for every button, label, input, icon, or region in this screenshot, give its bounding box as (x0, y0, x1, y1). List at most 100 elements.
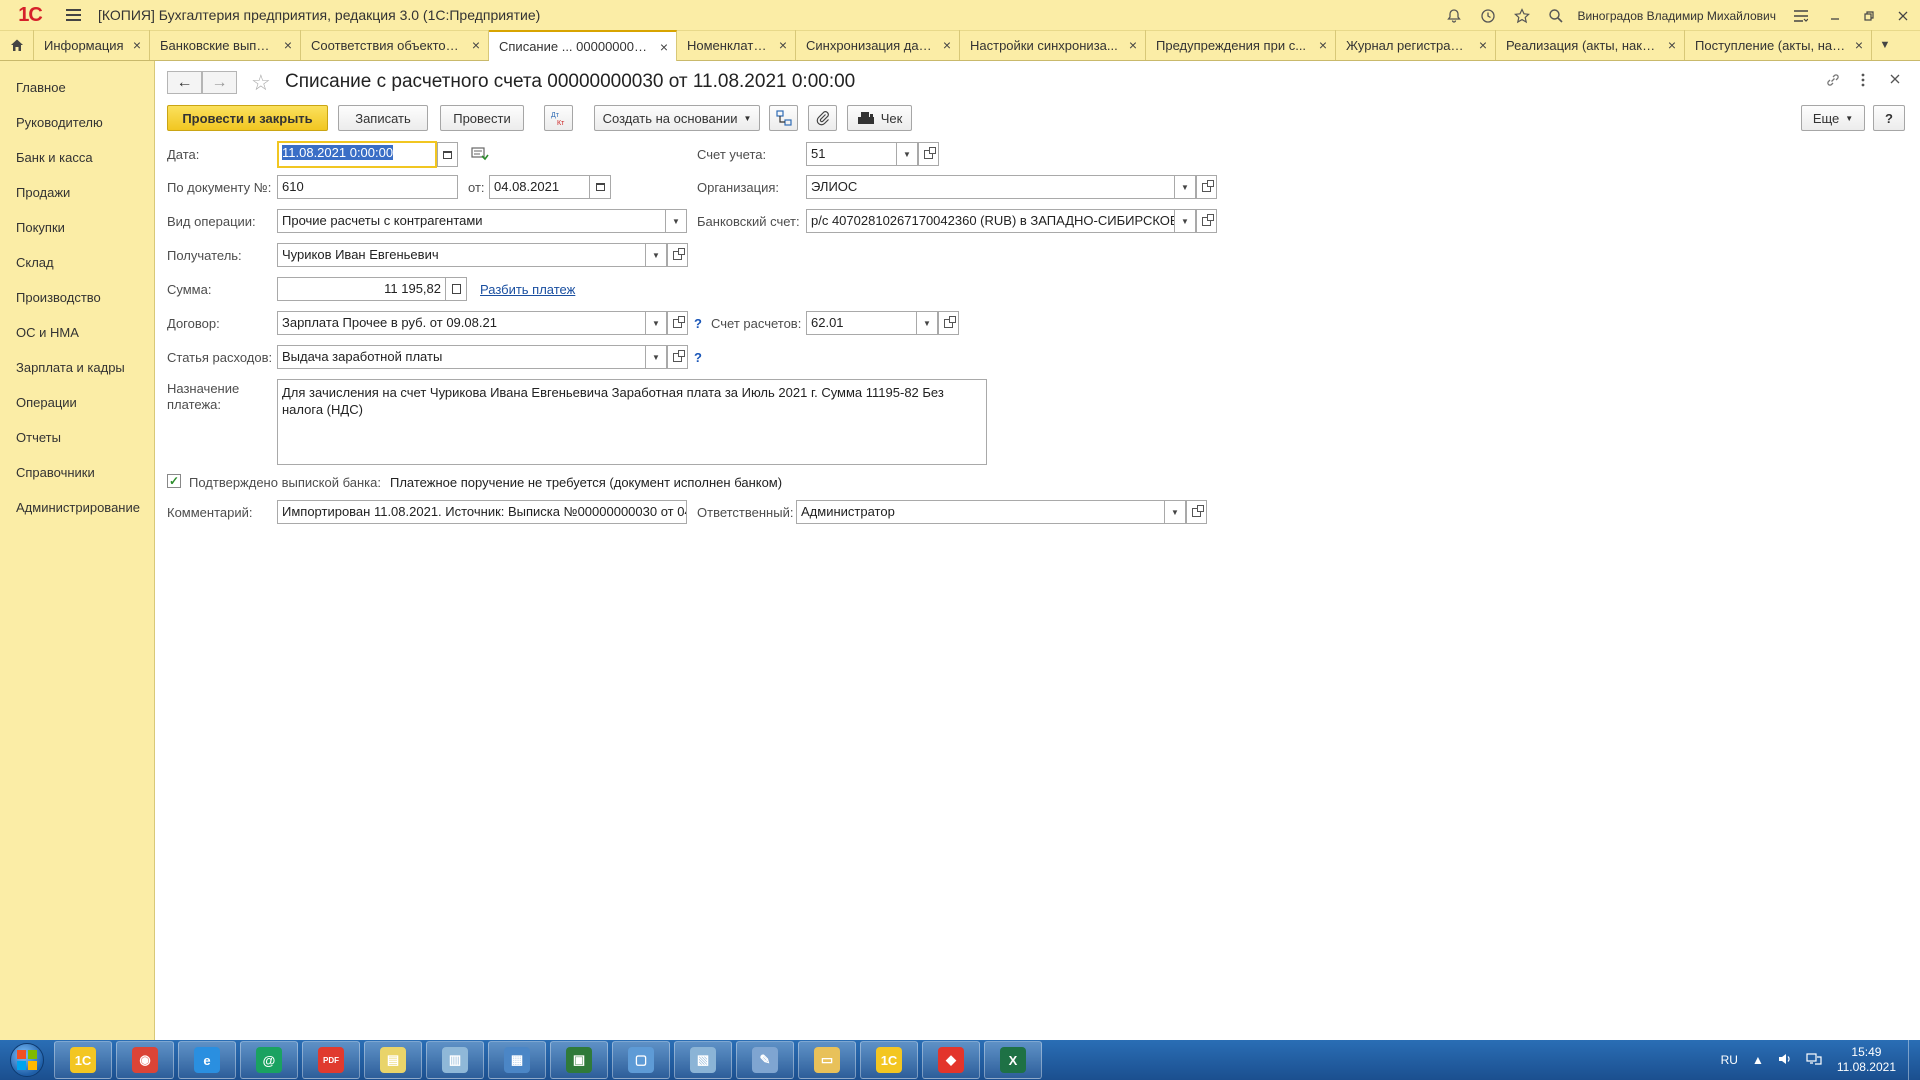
taskbar-app[interactable]: ▤ (364, 1041, 422, 1079)
operation-type-field[interactable]: Прочие расчеты с контрагентами (277, 209, 666, 233)
post-and-close-button[interactable]: Провести и закрыть (167, 105, 328, 131)
more-vertical-icon[interactable] (1860, 72, 1866, 92)
payment-purpose-field[interactable]: Для зачисления на счет Чурикова Ивана Ев… (277, 379, 987, 465)
taskbar-app[interactable]: ▦ (488, 1041, 546, 1079)
close-icon[interactable]: × (133, 37, 141, 53)
taskbar-app[interactable]: ▧ (674, 1041, 732, 1079)
user-name[interactable]: Виноградов Владимир Михайлович (1577, 9, 1776, 23)
search-icon[interactable] (1539, 0, 1573, 31)
tab-info[interactable]: Информация × (34, 30, 150, 60)
sidebar-item-directories[interactable]: Справочники (0, 455, 154, 490)
favorite-star-icon[interactable]: ☆ (251, 70, 271, 96)
chevron-down-icon[interactable]: ▼ (1175, 175, 1196, 199)
open-icon[interactable] (918, 142, 939, 166)
tab-receipts[interactable]: Поступление (акты, нак... × (1685, 30, 1872, 60)
help-button[interactable]: ? (1873, 105, 1905, 131)
taskbar-app[interactable]: @ (240, 1041, 298, 1079)
contract-help-icon[interactable]: ? (694, 316, 702, 331)
receipt-button[interactable]: Чек (847, 105, 912, 131)
restore-icon[interactable] (1852, 0, 1886, 31)
responsible-field[interactable]: Администратор (796, 500, 1165, 524)
sidebar-item-warehouse[interactable]: Склад (0, 245, 154, 280)
tabs-list-chevron-icon[interactable]: ▼ (1872, 30, 1898, 60)
contract-field[interactable]: Зарплата Прочее в руб. от 09.08.21 (277, 311, 646, 335)
tab-object-mapping[interactable]: Соответствия объектов ... × (301, 30, 489, 60)
sidebar-item-sales[interactable]: Продажи (0, 175, 154, 210)
favorites-star-icon[interactable] (1505, 0, 1539, 31)
sidebar-item-fixed-assets[interactable]: ОС и НМА (0, 315, 154, 350)
tab-nomenclature[interactable]: Номенклатура × (677, 30, 796, 60)
open-icon[interactable] (1196, 175, 1217, 199)
close-icon[interactable]: × (1855, 37, 1863, 53)
post-button[interactable]: Провести (440, 105, 524, 131)
close-icon[interactable]: × (1319, 37, 1327, 53)
close-icon[interactable]: × (284, 37, 292, 53)
forward-arrow-icon[interactable]: → (202, 71, 237, 94)
main-menu-icon[interactable] (60, 2, 86, 28)
home-icon[interactable] (0, 30, 34, 60)
bank-confirmed-checkbox[interactable]: ✓ (167, 474, 181, 488)
expense-item-field[interactable]: Выдача заработной платы (277, 345, 646, 369)
sidebar-item-administration[interactable]: Администрирование (0, 490, 154, 525)
back-arrow-icon[interactable]: ← (167, 71, 202, 94)
calendar-icon[interactable] (437, 142, 458, 167)
sidebar-item-production[interactable]: Производство (0, 280, 154, 315)
expense-help-icon[interactable]: ? (694, 350, 702, 365)
doc-number-field[interactable]: 610 (277, 175, 458, 199)
sidebar-item-purchases[interactable]: Покупки (0, 210, 154, 245)
open-icon[interactable] (938, 311, 959, 335)
tab-write-off[interactable]: Списание ... 00000000030 × (489, 30, 677, 61)
split-payment-link[interactable]: Разбить платеж (480, 282, 575, 297)
sidebar-item-bank-cash[interactable]: Банк и касса (0, 140, 154, 175)
tab-warnings[interactable]: Предупреждения при с... × (1146, 30, 1336, 60)
chevron-down-icon[interactable]: ▼ (917, 311, 938, 335)
comment-field[interactable]: Импортирован 11.08.2021. Источник: Выпис… (277, 500, 687, 524)
attach-files-button[interactable] (808, 105, 837, 131)
settlement-account-field[interactable]: 62.01 (806, 311, 917, 335)
chevron-down-icon[interactable]: ▼ (646, 345, 667, 369)
clock[interactable]: 15:49 11.08.2021 (1837, 1045, 1896, 1075)
sidebar-item-operations[interactable]: Операции (0, 385, 154, 420)
chevron-down-icon[interactable]: ▼ (666, 209, 687, 233)
organization-field[interactable]: ЭЛИОС (806, 175, 1175, 199)
link-icon[interactable] (1825, 72, 1841, 92)
close-form-icon[interactable] (1889, 72, 1901, 89)
recipient-field[interactable]: Чуриков Иван Евгеньевич (277, 243, 646, 267)
calculator-icon[interactable] (446, 277, 467, 301)
taskbar-app[interactable]: ▢ (612, 1041, 670, 1079)
chevron-down-icon[interactable]: ▼ (897, 142, 918, 166)
tray-expand-icon[interactable]: ▲ (1752, 1053, 1764, 1067)
dt-kt-button[interactable]: Дт Кт (544, 105, 573, 131)
date-field[interactable]: 11.08.2021 0:00:00 (277, 141, 437, 168)
taskbar-app[interactable]: ▥ (426, 1041, 484, 1079)
volume-icon[interactable] (1778, 1053, 1792, 1068)
tab-event-log[interactable]: Журнал регистрации × (1336, 30, 1496, 60)
from-date-field[interactable]: 04.08.2021 (489, 175, 590, 199)
open-icon[interactable] (667, 311, 688, 335)
sidebar-item-main[interactable]: Главное (0, 70, 154, 105)
taskbar-app[interactable]: ◆ (922, 1041, 980, 1079)
taskbar-app[interactable]: ◉ (116, 1041, 174, 1079)
close-icon[interactable]: × (1479, 37, 1487, 53)
open-icon[interactable] (1186, 500, 1207, 524)
chevron-down-icon[interactable]: ▼ (1175, 209, 1196, 233)
settings-menu-icon[interactable] (1784, 0, 1818, 31)
bell-icon[interactable] (1437, 0, 1471, 31)
account-field[interactable]: 51 (806, 142, 897, 166)
taskbar-app[interactable]: e (178, 1041, 236, 1079)
history-icon[interactable] (1471, 0, 1505, 31)
close-icon[interactable]: × (1668, 37, 1676, 53)
save-button[interactable]: Записать (338, 105, 428, 131)
minimize-icon[interactable] (1818, 0, 1852, 31)
close-window-icon[interactable] (1886, 0, 1920, 31)
amount-field[interactable]: 11 195,82 (277, 277, 446, 301)
calendar-icon[interactable] (590, 175, 611, 199)
taskbar-app[interactable]: PDF (302, 1041, 360, 1079)
taskbar-app[interactable]: X (984, 1041, 1042, 1079)
taskbar-app[interactable]: 1С (54, 1041, 112, 1079)
date-prefill-icon[interactable] (471, 146, 489, 165)
start-button[interactable] (0, 1040, 54, 1080)
open-icon[interactable] (667, 345, 688, 369)
open-icon[interactable] (667, 243, 688, 267)
sidebar-item-reports[interactable]: Отчеты (0, 420, 154, 455)
